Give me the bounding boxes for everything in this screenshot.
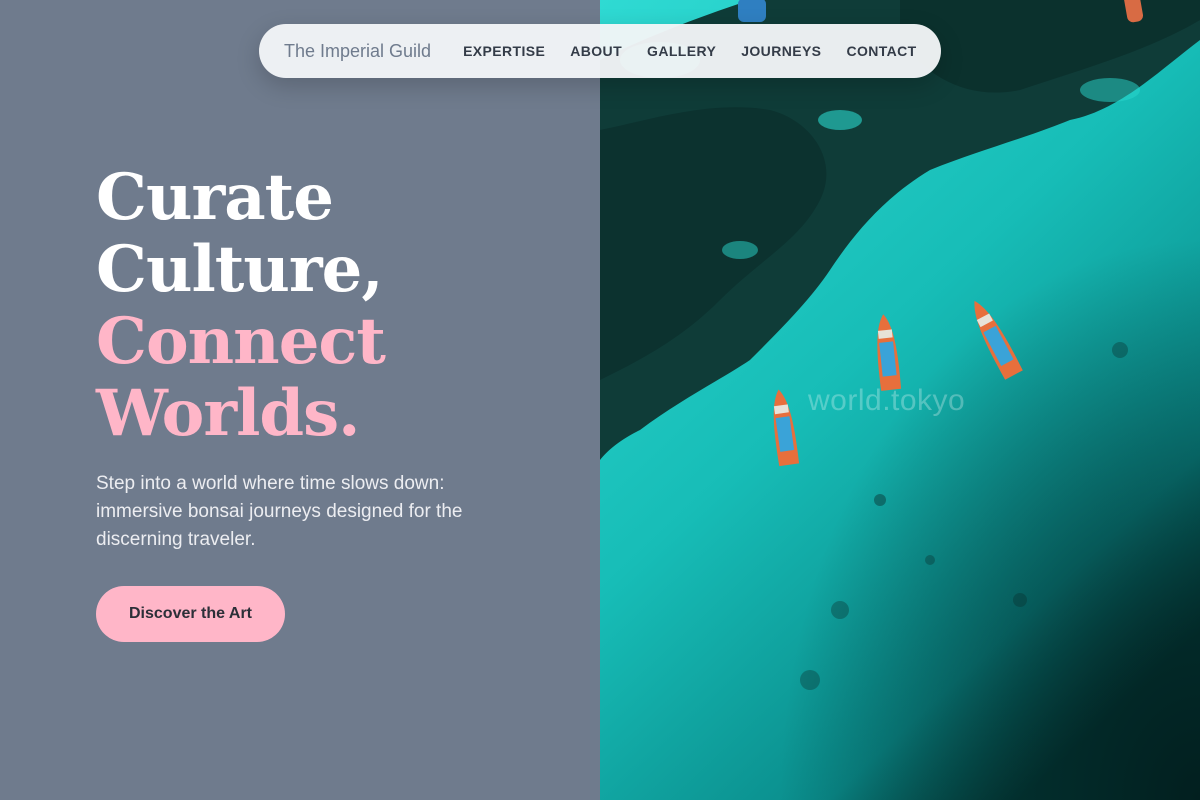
hero-title: Curate Culture, Connect Worlds. <box>96 162 576 450</box>
hero-title-line-connect: Connect <box>96 304 386 379</box>
nav-links: EXPERTISE ABOUT GALLERY JOURNEYS CONTACT <box>463 43 917 59</box>
hero-title-line-curate: Curate <box>96 160 334 235</box>
hero-title-line-culture: Culture, <box>96 232 384 307</box>
top-navbar: The Imperial Guild EXPERTISE ABOUT GALLE… <box>259 24 941 78</box>
hero-subtitle: Step into a world where time slows down:… <box>96 473 463 550</box>
nav-link-journeys[interactable]: JOURNEYS <box>741 43 821 59</box>
nav-link-contact[interactable]: CONTACT <box>846 43 916 59</box>
nav-link-about[interactable]: ABOUT <box>570 43 622 59</box>
hero-title-line-worlds: Worlds. <box>96 376 360 451</box>
nav-link-expertise[interactable]: EXPERTISE <box>463 43 545 59</box>
image-watermark: world.tokyo <box>808 384 966 417</box>
discover-art-button[interactable]: Discover the Art <box>96 586 285 642</box>
nav-link-gallery[interactable]: GALLERY <box>647 43 716 59</box>
brand-logo-text[interactable]: The Imperial Guild <box>284 41 431 62</box>
